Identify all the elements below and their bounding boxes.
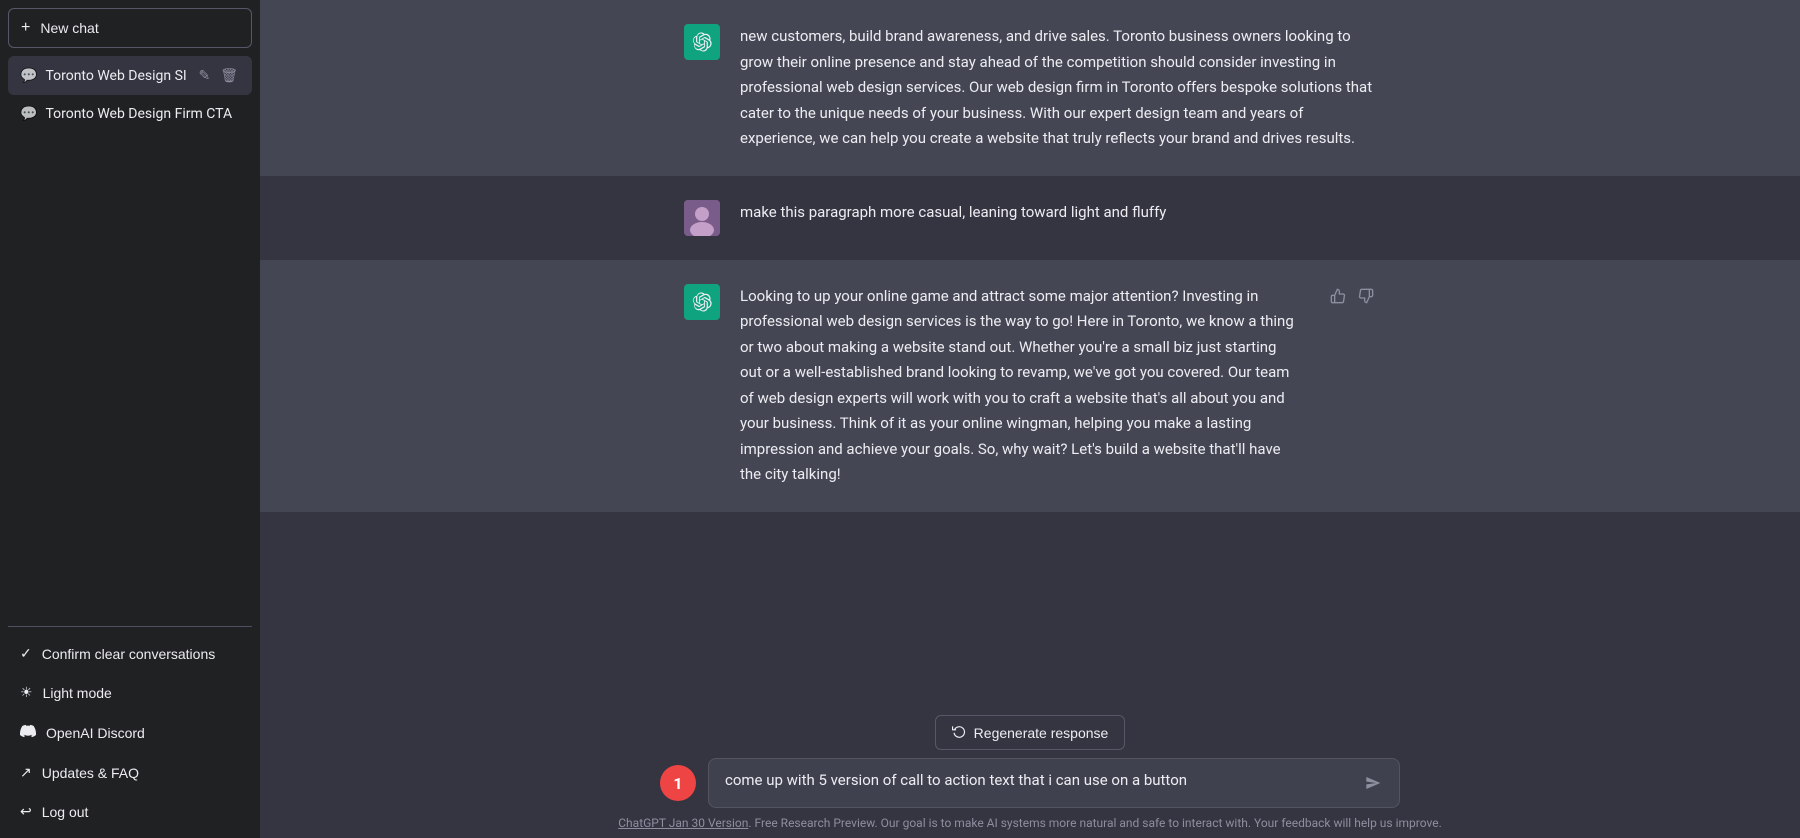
logout-button[interactable]: ↩ Log out — [8, 793, 252, 830]
updates-faq-button[interactable]: ↗ Updates & FAQ — [8, 754, 252, 791]
plus-icon: + — [21, 19, 30, 37]
user-badge-number: 1 — [673, 774, 682, 793]
ai-avatar-3 — [684, 284, 720, 320]
logout-label: Log out — [42, 804, 89, 820]
footer-text: ChatGPT Jan 30 Version. Free Research Pr… — [618, 816, 1442, 830]
ai-avatar-1 — [684, 24, 720, 60]
sun-icon: ☀ — [20, 684, 33, 701]
new-chat-button[interactable]: + New chat — [8, 8, 252, 48]
confirm-clear-button[interactable]: ✓ Confirm clear conversations — [8, 635, 252, 672]
conversation-item-2[interactable]: 💬 Toronto Web Design Firm CTA — [8, 97, 252, 131]
message-text-3: Looking to up your online game and attra… — [740, 284, 1300, 488]
confirm-clear-label: Confirm clear conversations — [42, 646, 216, 662]
conversation-item-1[interactable]: 💬 Toronto Web Design SI ✎ 🗑 — [8, 56, 252, 95]
message-block-1: new customers, build brand awareness, an… — [260, 0, 1800, 176]
chat-input[interactable] — [725, 771, 1353, 795]
regenerate-button[interactable]: Regenerate response — [935, 715, 1126, 750]
message-block-2: make this paragraph more casual, leaning… — [260, 176, 1800, 260]
chatgpt-version-link[interactable]: ChatGPT Jan 30 Version — [618, 816, 748, 830]
user-avatar-2 — [684, 200, 720, 236]
message-block-3: Looking to up your online game and attra… — [260, 260, 1800, 512]
message-inner-3: Looking to up your online game and attra… — [660, 284, 1400, 488]
updates-faq-label: Updates & FAQ — [42, 765, 139, 781]
footer-description: . Free Research Preview. Our goal is to … — [748, 816, 1441, 830]
message-inner-2: make this paragraph more casual, leaning… — [660, 200, 1400, 236]
message-text-2: make this paragraph more casual, leaning… — [740, 200, 1376, 226]
conversation-actions-1: ✎ 🗑 — [196, 65, 240, 86]
input-row: 1 — [660, 758, 1400, 808]
chat-list: 💬 Toronto Web Design SI ✎ 🗑 💬 Toronto We… — [8, 56, 252, 626]
chat-messages: new customers, build brand awareness, an… — [260, 0, 1800, 703]
user-badge: 1 — [660, 765, 696, 801]
bottom-area: Regenerate response 1 ChatGPT Jan 30 Ver… — [260, 703, 1800, 838]
main-content: new customers, build brand awareness, an… — [260, 0, 1800, 838]
message-action-buttons — [1328, 284, 1376, 311]
light-mode-button[interactable]: ☀ Light mode — [8, 674, 252, 711]
light-mode-label: Light mode — [43, 685, 112, 701]
message-text-1: new customers, build brand awareness, an… — [740, 24, 1376, 152]
discord-label: OpenAI Discord — [46, 725, 145, 741]
check-icon: ✓ — [20, 645, 32, 662]
chat-bubble-icon-2: 💬 — [20, 106, 37, 122]
external-link-icon: ↗ — [20, 764, 32, 781]
chat-bubble-icon: 💬 — [20, 68, 37, 84]
new-chat-label: New chat — [40, 20, 98, 36]
thumbs-up-button[interactable] — [1328, 286, 1348, 311]
conversation-label-1: Toronto Web Design SI — [45, 68, 188, 84]
regenerate-icon — [952, 724, 966, 741]
regenerate-label: Regenerate response — [974, 725, 1109, 741]
logout-icon: ↩ — [20, 803, 32, 820]
input-container — [708, 758, 1400, 808]
send-button[interactable] — [1363, 773, 1383, 793]
discord-button[interactable]: OpenAI Discord — [8, 713, 252, 752]
sidebar-bottom: ✓ Confirm clear conversations ☀ Light mo… — [8, 626, 252, 830]
conversation-label-2: Toronto Web Design Firm CTA — [45, 106, 240, 122]
thumbs-down-button[interactable] — [1356, 286, 1376, 311]
discord-icon — [20, 723, 36, 742]
edit-conversation-button[interactable]: ✎ — [196, 65, 212, 86]
message-inner-1: new customers, build brand awareness, an… — [660, 24, 1400, 152]
delete-conversation-button[interactable]: 🗑 — [218, 65, 240, 86]
sidebar: + New chat 💬 Toronto Web Design SI ✎ 🗑 💬… — [0, 0, 260, 838]
